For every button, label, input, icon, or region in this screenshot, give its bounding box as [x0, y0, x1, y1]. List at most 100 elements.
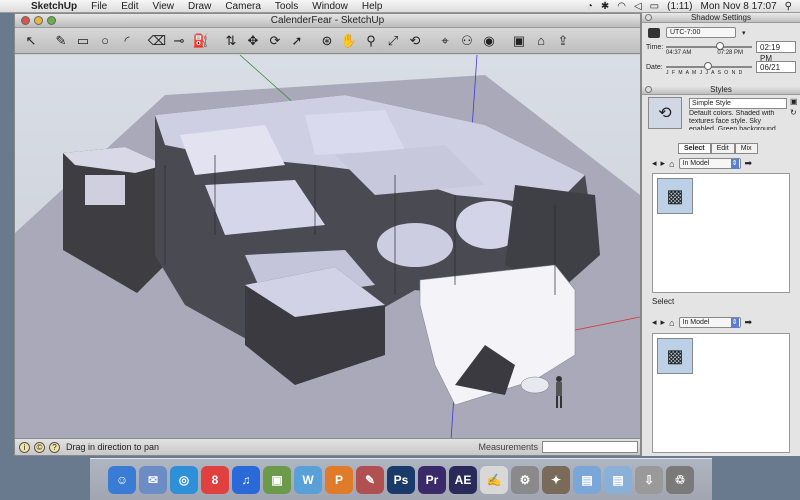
spotlight-icon[interactable]: ⚲: [785, 0, 792, 13]
back-arrow-icon[interactable]: ◂: [652, 158, 657, 169]
move-icon[interactable]: ✥: [243, 31, 263, 51]
tab-mix[interactable]: Mix: [734, 143, 758, 154]
position-camera-icon[interactable]: ⌖: [435, 31, 455, 51]
select-arrow-icon[interactable]: ↖: [21, 31, 41, 51]
iphoto-icon[interactable]: ▣: [263, 465, 291, 494]
documents-folder-icon[interactable]: ▤: [604, 465, 632, 494]
volume-icon[interactable]: ◁: [634, 0, 642, 13]
date-slider[interactable]: [666, 62, 752, 70]
itunes-icon[interactable]: ♫: [232, 465, 260, 494]
menu-tools[interactable]: Tools: [268, 0, 305, 13]
menu-file[interactable]: File: [84, 0, 114, 13]
battery-icon[interactable]: ▭: [650, 0, 659, 13]
after-effects-icon[interactable]: AE: [449, 465, 477, 494]
minimize-window-button[interactable]: [34, 16, 43, 25]
pencil-app-icon[interactable]: ✎: [356, 465, 384, 494]
details-arrow-icon[interactable]: ➡: [745, 158, 753, 169]
zoom-window-button[interactable]: [47, 16, 56, 25]
help-instructor-icon[interactable]: ?: [49, 441, 60, 453]
model-viewport[interactable]: [15, 55, 640, 440]
menu-view[interactable]: View: [145, 0, 181, 13]
safari-icon[interactable]: ◎: [170, 465, 198, 494]
components-icon[interactable]: ▣: [509, 31, 529, 51]
wifi-icon[interactable]: ◠: [617, 0, 626, 13]
zoom-extents-icon[interactable]: ⤢: [383, 31, 403, 51]
look-around-icon[interactable]: ◉: [479, 31, 499, 51]
menu-help[interactable]: Help: [355, 0, 390, 13]
downloads-icon[interactable]: ⇩: [635, 465, 663, 494]
circle-icon[interactable]: ○: [95, 31, 115, 51]
sync-icon[interactable]: ◔: [587, 0, 593, 13]
home-icon[interactable]: ⌂: [669, 159, 674, 169]
geo-location-icon[interactable]: i: [19, 441, 30, 453]
arc-icon[interactable]: ◜: [117, 31, 137, 51]
home-icon-2[interactable]: ⌂: [669, 318, 674, 328]
window-titlebar[interactable]: CalenderFear - SketchUp: [15, 14, 640, 28]
premiere-icon[interactable]: Pr: [418, 465, 446, 494]
pan-hand-icon[interactable]: ✋: [339, 31, 359, 51]
follow-me-icon[interactable]: ➚: [287, 31, 307, 51]
shadows-toggle-button[interactable]: [648, 27, 660, 38]
photoshop-icon[interactable]: Ps: [387, 465, 415, 494]
rotate-icon[interactable]: ⟳: [265, 31, 285, 51]
forward-arrow-icon[interactable]: ▸: [661, 158, 666, 169]
menu-draw[interactable]: Draw: [181, 0, 218, 13]
style-thumbnail[interactable]: ⟲: [648, 97, 682, 129]
pencil-icon[interactable]: ✎: [51, 31, 71, 51]
model-canvas[interactable]: [15, 55, 640, 440]
time-field[interactable]: 02:19 PM: [756, 41, 796, 63]
orbit-icon[interactable]: ⊛: [317, 31, 337, 51]
rectangle-icon[interactable]: ▭: [73, 31, 93, 51]
menubar-clock[interactable]: Mon Nov 8 17:07: [701, 0, 777, 13]
close-styles-icon[interactable]: [645, 86, 652, 93]
bluetooth-icon[interactable]: ✱: [601, 0, 609, 13]
textedit-icon[interactable]: ✍: [480, 465, 508, 494]
powerpoint-icon[interactable]: P: [325, 465, 353, 494]
eraser-icon[interactable]: ⌫: [147, 31, 167, 51]
back-arrow-icon-2[interactable]: ◂: [652, 317, 657, 328]
trash-icon[interactable]: ♲: [666, 465, 694, 494]
tab-edit[interactable]: Edit: [710, 143, 735, 154]
time-slider-knob[interactable]: [716, 42, 724, 50]
close-panel-icon[interactable]: [645, 14, 652, 21]
styles-titlebar[interactable]: Styles: [642, 85, 800, 95]
preview-icon[interactable]: ✉: [139, 465, 167, 494]
date-slider-knob[interactable]: [704, 62, 712, 70]
menu-edit[interactable]: Edit: [114, 0, 145, 13]
timezone-select[interactable]: UTC-7:00: [666, 27, 736, 38]
style-swatch-2[interactable]: ▩: [657, 338, 693, 374]
credits-icon[interactable]: ©: [34, 441, 45, 453]
battery-status[interactable]: (1:11): [667, 0, 692, 13]
wordpress-icon[interactable]: W: [294, 465, 322, 494]
details-arrow-icon-2[interactable]: ➡: [745, 317, 753, 328]
create-style-icon[interactable]: ▣: [790, 97, 798, 106]
walk-icon[interactable]: ⚇: [457, 31, 477, 51]
time-slider[interactable]: [666, 42, 752, 50]
styles-library-2[interactable]: ▩: [652, 333, 790, 453]
paint-bucket-icon[interactable]: ⛽: [191, 31, 211, 51]
zoom-icon[interactable]: ⚲: [361, 31, 381, 51]
menu-app-name[interactable]: SketchUp: [24, 0, 84, 13]
menu-camera[interactable]: Camera: [218, 0, 268, 13]
share-model-icon[interactable]: ⇪: [553, 31, 573, 51]
expand-icon[interactable]: ▾: [742, 29, 746, 37]
tab-select[interactable]: Select: [678, 143, 711, 154]
styles-library[interactable]: ▩: [652, 173, 790, 293]
applications-folder-icon[interactable]: ▤: [573, 465, 601, 494]
date-field[interactable]: 06/21: [756, 61, 796, 73]
tape-measure-icon[interactable]: ⊸: [169, 31, 189, 51]
ical-icon[interactable]: 8: [201, 465, 229, 494]
finder-icon[interactable]: ☺: [108, 465, 136, 494]
previous-view-icon[interactable]: ⟲: [405, 31, 425, 51]
style-swatch[interactable]: ▩: [657, 178, 693, 214]
update-style-icon[interactable]: ↻: [790, 108, 798, 117]
3d-warehouse-icon[interactable]: ⌂: [531, 31, 551, 51]
push-pull-icon[interactable]: ⇅: [221, 31, 241, 51]
menu-window[interactable]: Window: [305, 0, 355, 13]
collection-select-2[interactable]: In Model: [678, 317, 741, 328]
style-description[interactable]: Default colors. Shaded with textures fac…: [689, 110, 787, 130]
style-name-field[interactable]: Simple Style: [689, 98, 787, 109]
collection-select[interactable]: In Model: [678, 158, 741, 169]
system-prefs-icon[interactable]: ⚙: [511, 465, 539, 494]
automator-icon[interactable]: ✦: [542, 465, 570, 494]
